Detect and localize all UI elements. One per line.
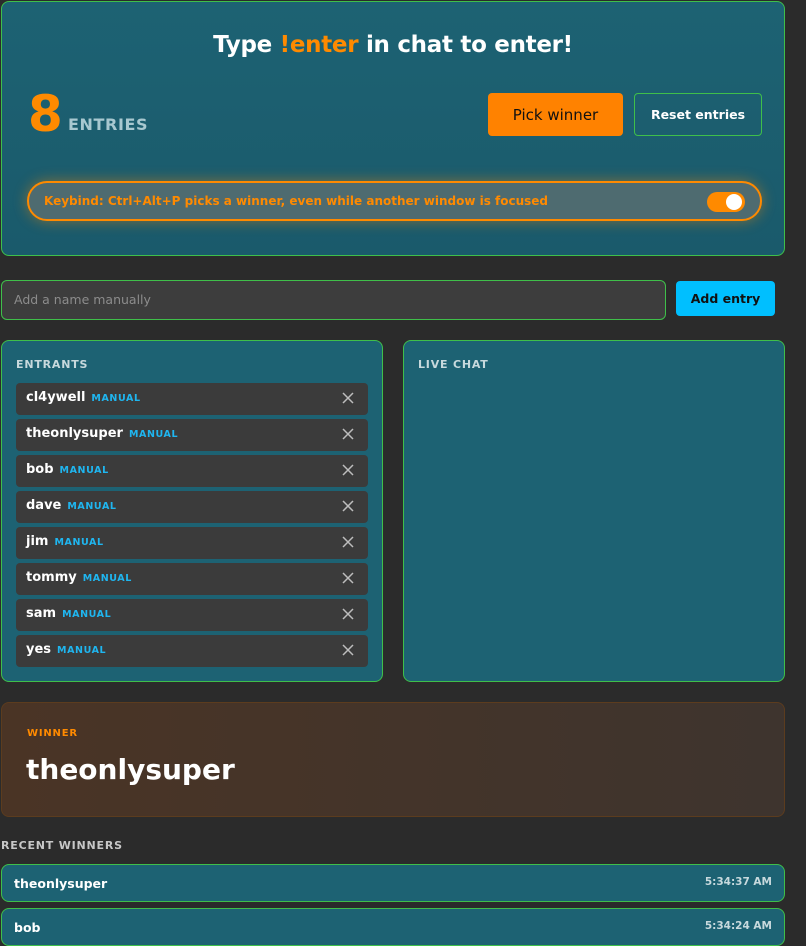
list-item: tommy MANUAL (16, 563, 368, 595)
entrant-source-badge: MANUAL (57, 645, 107, 656)
winner-name: theonlysuper (26, 753, 235, 786)
recent-winner-name: bob (14, 920, 41, 935)
recent-winner-row: bob 5:34:24 AM (1, 908, 785, 946)
list-item: sam MANUAL (16, 599, 368, 631)
entrant-name: yes (26, 642, 52, 657)
entrant-name: jim (26, 534, 49, 549)
list-item: dave MANUAL (16, 491, 368, 523)
entrants-title: ENTRANTS (16, 358, 89, 371)
list-item: theonlysuper MANUAL (16, 419, 368, 451)
toggle-knob (726, 194, 742, 210)
close-icon[interactable] (342, 428, 354, 440)
close-icon[interactable] (342, 392, 354, 404)
entrants-panel: ENTRANTS cl4ywell MANUAL theonlysuper MANU… (1, 340, 383, 682)
manual-name-input[interactable]: Add a name manually (1, 280, 666, 320)
close-icon[interactable] (342, 500, 354, 512)
reset-entries-button[interactable]: Reset entries (634, 93, 762, 136)
giveaway-header-panel: Type !enter in chat to enter! 8 ENTRIES … (1, 1, 785, 256)
entry-count: 8 (28, 85, 63, 143)
manual-name-placeholder: Add a name manually (14, 292, 151, 307)
list-item: bob MANUAL (16, 455, 368, 487)
entry-count-label: ENTRIES (68, 115, 149, 134)
entrant-source-badge: MANUAL (82, 573, 132, 584)
recent-winner-time: 5:34:37 AM (704, 876, 772, 888)
entrant-source-badge: MANUAL (67, 501, 117, 512)
entrant-name: bob (26, 462, 54, 477)
entrant-source-badge: MANUAL (91, 393, 141, 404)
entrant-name: dave (26, 498, 62, 513)
recent-winners-title: RECENT WINNERS (1, 839, 123, 852)
close-icon[interactable] (342, 608, 354, 620)
recent-winner-time: 5:34:24 AM (704, 920, 772, 932)
entrant-name: sam (26, 606, 57, 621)
entrant-source-badge: MANUAL (128, 429, 179, 440)
winner-panel: WINNER theonlysuper (1, 702, 785, 817)
entrant-name: cl4ywell (26, 390, 86, 405)
page-title: Type !enter in chat to enter! (2, 32, 784, 58)
entrant-name: tommy (26, 570, 77, 585)
entrant-source-badge: MANUAL (59, 465, 109, 476)
title-prefix: Type (213, 32, 280, 58)
pick-winner-button[interactable]: Pick winner (488, 93, 623, 136)
close-icon[interactable] (342, 464, 354, 476)
close-icon[interactable] (342, 644, 354, 656)
recent-winner-name: theonlysuper (14, 876, 108, 891)
keybind-setting: Keybind: Ctrl+Alt+P picks a winner, even… (27, 181, 762, 221)
close-icon[interactable] (342, 536, 354, 548)
title-suffix: in chat to enter! (358, 32, 573, 58)
list-item: cl4ywell MANUAL (16, 383, 368, 415)
entrant-name: theonlysuper (26, 426, 123, 441)
entrant-source-badge: MANUAL (54, 537, 104, 548)
list-item: jim MANUAL (16, 527, 368, 559)
live-chat-title: LIVE CHAT (418, 358, 489, 371)
winner-label: WINNER (27, 728, 78, 739)
live-chat-panel: LIVE CHAT (403, 340, 785, 682)
keybind-toggle[interactable] (707, 192, 745, 212)
close-icon[interactable] (342, 572, 354, 584)
recent-winner-row: theonlysuper 5:34:37 AM (1, 864, 785, 902)
enter-command: !enter (279, 32, 359, 58)
keybind-description: Keybind: Ctrl+Alt+P picks a winner, even… (44, 194, 549, 208)
entrant-source-badge: MANUAL (62, 609, 112, 620)
add-entry-button[interactable]: Add entry (676, 281, 775, 316)
list-item: yes MANUAL (16, 635, 368, 667)
